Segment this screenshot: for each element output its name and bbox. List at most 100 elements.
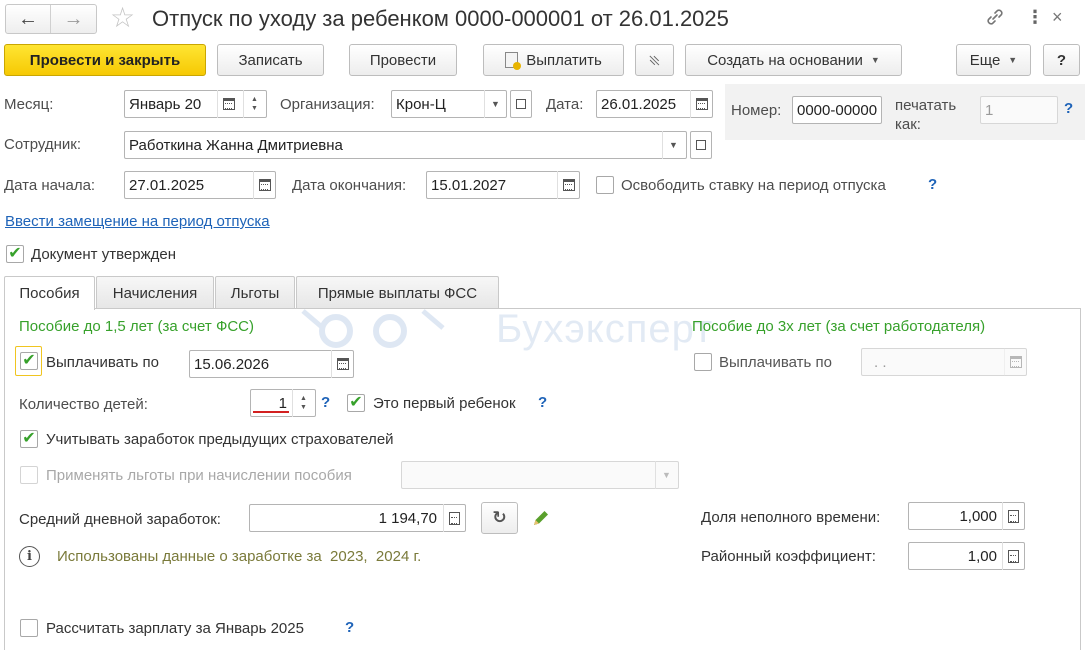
post-and-close-button[interactable]: Провести и закрыть bbox=[4, 44, 206, 76]
spin-down-icon: ▼ bbox=[251, 105, 258, 112]
save-button[interactable]: Записать bbox=[217, 44, 324, 76]
create-based-on-button[interactable]: Создать на основании ▼ bbox=[685, 44, 902, 76]
calculator-icon bbox=[1008, 509, 1019, 523]
pay-until-value: 15.06.2026 bbox=[194, 355, 270, 373]
pay-until-right-field[interactable]: . . bbox=[861, 348, 1027, 376]
watermark-logo bbox=[298, 306, 448, 350]
pay-until-right-calendar-button[interactable] bbox=[1004, 348, 1026, 376]
apply-benefits-select[interactable] bbox=[401, 461, 679, 489]
tab-privileges[interactable]: Льготы bbox=[215, 276, 295, 309]
required-field-underline bbox=[253, 411, 289, 413]
children-count-value: 1 bbox=[278, 394, 287, 412]
open-window-icon bbox=[516, 99, 526, 109]
print-as-label-2: как: bbox=[895, 116, 921, 133]
print-as-help[interactable]: ? bbox=[1064, 100, 1073, 117]
more-button[interactable]: Еще ▼ bbox=[956, 44, 1031, 76]
help-button[interactable]: ? bbox=[1043, 44, 1080, 76]
save-label: Записать bbox=[238, 51, 303, 69]
date-calendar-button[interactable] bbox=[690, 90, 712, 118]
employee-field[interactable]: Работкина Жанна Дмитриевна bbox=[124, 131, 687, 159]
approved-checkbox[interactable]: ✔ bbox=[6, 245, 24, 263]
help-label: ? bbox=[1056, 51, 1067, 69]
calendar-icon bbox=[222, 98, 235, 110]
link-icon[interactable] bbox=[984, 6, 1006, 28]
apply-benefits-dropdown[interactable]: ▼ bbox=[655, 461, 677, 489]
dropdown-arrow-icon: ▼ bbox=[1008, 55, 1018, 65]
replacement-link[interactable]: Ввести замещение на период отпуска bbox=[5, 213, 270, 231]
calc-salary-help[interactable]: ? bbox=[345, 619, 354, 636]
calc-salary-checkbox[interactable] bbox=[20, 619, 38, 637]
pay-until-checkbox[interactable]: ✔ bbox=[20, 352, 38, 370]
checkmark-icon: ✔ bbox=[349, 394, 363, 411]
print-as-field[interactable]: 1 bbox=[980, 96, 1058, 124]
tab-accruals-label: Начисления bbox=[112, 284, 198, 302]
back-button[interactable]: ← bbox=[6, 5, 52, 33]
end-date-label: Дата окончания: bbox=[292, 177, 407, 194]
calendar-icon bbox=[562, 179, 575, 191]
free-rate-label: Освободить ставку на период отпуска bbox=[621, 177, 886, 194]
print-as-label-1: печатать bbox=[895, 97, 957, 114]
refresh-icon: ↻ bbox=[492, 508, 507, 527]
number-field[interactable]: 0000-00000 bbox=[792, 96, 882, 124]
dropdown-arrow-icon: ▼ bbox=[870, 55, 880, 65]
children-count-help[interactable]: ? bbox=[321, 394, 330, 411]
start-date-label: Дата начала: bbox=[4, 177, 96, 194]
first-child-checkbox[interactable]: ✔ bbox=[347, 394, 365, 412]
start-date-calendar-button[interactable] bbox=[253, 171, 275, 199]
free-rate-checkbox[interactable] bbox=[596, 176, 614, 194]
month-calendar-button[interactable] bbox=[217, 90, 239, 118]
pay-button[interactable]: Выплатить bbox=[483, 44, 624, 76]
first-child-help[interactable]: ? bbox=[538, 394, 547, 411]
pay-until-field[interactable]: 15.06.2026 bbox=[189, 350, 354, 378]
dropdown-arrow-icon: ▼ bbox=[669, 140, 678, 150]
organization-dropdown[interactable]: ▼ bbox=[484, 90, 506, 118]
employee-dropdown[interactable]: ▼ bbox=[662, 131, 684, 159]
organization-open-button[interactable] bbox=[510, 90, 532, 118]
forward-button[interactable]: → bbox=[51, 5, 96, 33]
calculator-icon bbox=[449, 511, 460, 525]
tab-benefits[interactable]: Пособия bbox=[4, 276, 95, 310]
watermark-text: Бухэксперт bbox=[496, 307, 714, 351]
first-child-label: Это первый ребенок bbox=[373, 395, 516, 412]
pay-until-right-label: Выплачивать по bbox=[719, 354, 832, 371]
start-date-value: 27.01.2025 bbox=[129, 176, 205, 194]
tab-benefits-label: Пособия bbox=[19, 285, 80, 302]
close-icon[interactable]: × bbox=[1052, 5, 1063, 29]
part-time-calculator-button[interactable] bbox=[1002, 502, 1024, 530]
post-button[interactable]: Провести bbox=[349, 44, 457, 76]
avg-earnings-calculator-button[interactable] bbox=[443, 504, 465, 532]
employee-value: Работкина Жанна Дмитриевна bbox=[129, 136, 343, 154]
number-label: Номер: bbox=[731, 102, 782, 119]
refresh-button[interactable]: ↻ bbox=[481, 502, 518, 534]
favorite-star-icon[interactable]: ☆ bbox=[110, 2, 135, 34]
end-date-calendar-button[interactable] bbox=[557, 171, 579, 199]
avg-earnings-field[interactable]: 1 194,70 bbox=[249, 504, 466, 532]
prev-insurers-checkbox[interactable]: ✔ bbox=[20, 430, 38, 448]
attach-button[interactable]: ⌯ bbox=[635, 44, 674, 76]
regional-coef-calculator-button[interactable] bbox=[1002, 542, 1024, 570]
prev-insurers-label: Учитывать заработок предыдущих страховат… bbox=[46, 431, 394, 448]
pay-until-calendar-button[interactable] bbox=[331, 350, 353, 378]
right-group-title: Пособие до 3х лет (за счет работодателя) bbox=[692, 318, 986, 335]
part-time-value: 1,000 bbox=[959, 507, 997, 525]
month-spinner[interactable]: ▲ ▼ bbox=[243, 90, 265, 118]
tab-privileges-label: Льготы bbox=[230, 284, 280, 302]
pay-until-right-checkbox[interactable] bbox=[694, 353, 712, 371]
more-vert-icon[interactable]: ⋮ bbox=[1026, 5, 1044, 29]
free-rate-help[interactable]: ? bbox=[928, 176, 937, 193]
left-group-title: Пособие до 1,5 лет (за счет ФСС) bbox=[19, 318, 255, 335]
employee-open-button[interactable] bbox=[690, 131, 712, 159]
spin-up-icon: ▲ bbox=[300, 395, 307, 402]
apply-benefits-checkbox[interactable] bbox=[20, 466, 38, 484]
part-time-label: Доля неполного времени: bbox=[701, 509, 881, 526]
window-title: Отпуск по уходу за ребенком 0000-000001 … bbox=[152, 6, 729, 31]
regional-coef-label: Районный коэффициент: bbox=[701, 548, 876, 565]
tab-direct-payments[interactable]: Прямые выплаты ФСС bbox=[296, 276, 499, 309]
children-count-spinner[interactable]: ▲ ▼ bbox=[292, 389, 314, 417]
tab-direct-payments-label: Прямые выплаты ФСС bbox=[317, 284, 478, 302]
more-label: Еще bbox=[969, 51, 1001, 69]
edit-pencil-icon[interactable] bbox=[531, 508, 551, 528]
open-window-icon bbox=[696, 140, 706, 150]
tab-accruals[interactable]: Начисления bbox=[96, 276, 214, 309]
employee-label: Сотрудник: bbox=[4, 136, 82, 153]
